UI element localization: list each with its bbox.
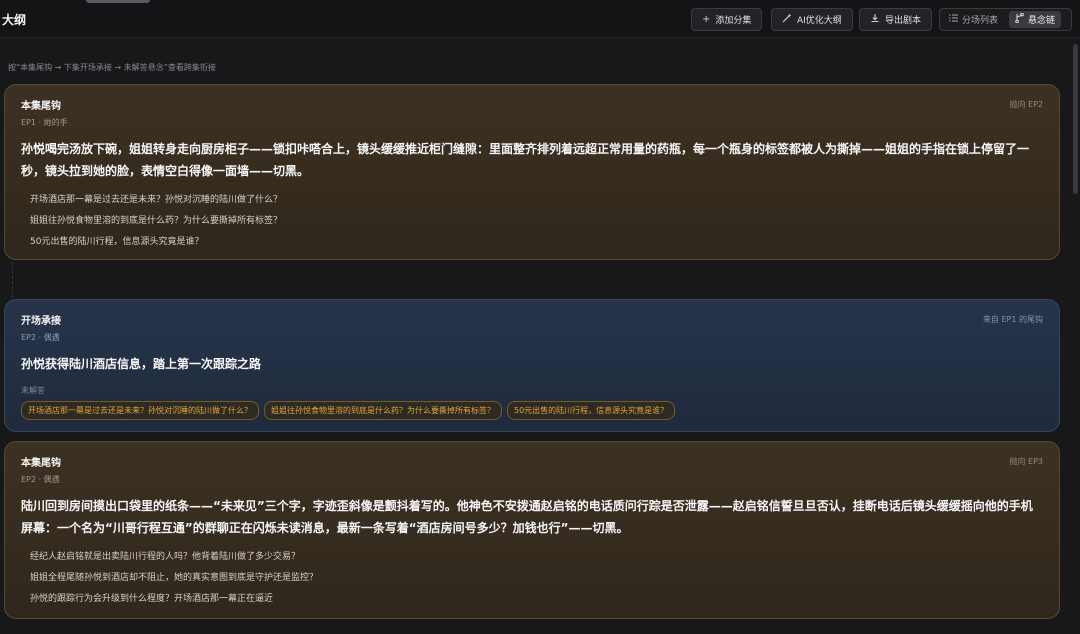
unanswered-chips: 开场酒店那一幕是过去还是未来？孙悦对沉睡的陆川做了什么？ 姐姐往孙悦食物里溶的到… (21, 401, 1043, 420)
ending-hook-card[interactable]: 本集尾钩 EP1 · 她的手 抛向 EP2 孙悦喝完汤放下碗，姐姐转身走向厨房柜… (4, 84, 1060, 260)
question-list: 开场酒店那一幕是过去还是未来？孙悦对沉睡的陆川做了什么？ 姐姐往孙悦食物里溶的到… (21, 190, 1043, 253)
ai-optimize-outline-button[interactable]: AI优化大纲 (771, 8, 853, 31)
magic-wand-icon (782, 13, 792, 26)
hook-description: 陆川回到房间摸出口袋里的纸条——“未来见”三个字，字迹歪斜像是颤抖着写的。他神色… (21, 499, 1033, 535)
card-type-label: 本集尾钩 (21, 101, 61, 112)
hook-target-tag: 抛向 EP2 (1009, 100, 1043, 109)
branch-icon (1015, 12, 1024, 26)
window-drag-handle[interactable] (86, 0, 150, 3)
page-title: 大纲 (2, 13, 27, 27)
hint-text: 按“本集尾钩 → 下集开场承接 → 未解答悬念”查看跨集衔接 (8, 63, 216, 72)
add-episode-label: 添加分集 (715, 16, 752, 26)
episode-subtitle: EP2 · 偶遇 (21, 475, 60, 484)
export-script-label: 导出剧本 (885, 16, 922, 26)
scene-list-tab[interactable]: 分场列表 (940, 9, 1007, 30)
unanswered-chip[interactable]: 开场酒店那一幕是过去还是未来？孙悦对沉睡的陆川做了什么？ (21, 401, 259, 420)
question-item: 姐姐全程尾随孙悦到酒店却不阻止，她的真实意图到底是守护还是监控？ (30, 573, 319, 583)
suspense-chain-tab[interactable]: 悬念链 (1009, 11, 1062, 28)
scene-list-label: 分场列表 (962, 16, 999, 26)
top-bar: 大纲 + 添加分集 AI优化大纲 导出剧本 分场列表 悬念链 (0, 0, 1080, 38)
card-type-label: 本集尾钩 (21, 458, 61, 469)
unanswered-chip[interactable]: 姐姐往孙悦食物里溶的到底是什么药？为什么要撕掉所有标签？ (264, 401, 502, 420)
toolbar: 导出剧本 (859, 8, 933, 31)
opening-card[interactable]: 开场承接 EP2 · 偶遇 来自 EP1 的尾钩 孙悦获得陆川酒店信息，踏上第一… (4, 299, 1060, 432)
episode-subtitle: EP1 · 她的手 (21, 118, 68, 127)
card-type-label: 开场承接 (21, 316, 61, 327)
question-item: 孙悦的跟踪行为会升级到什么程度？开场酒店那一幕正在逼近 (30, 594, 274, 604)
opening-description: 孙悦获得陆川酒店信息，踏上第一次跟踪之路 (21, 357, 262, 371)
suspense-chain-label: 悬念链 (1028, 16, 1056, 26)
episode-subtitle: EP2 · 偶遇 (21, 333, 60, 342)
question-item: 经纪人赵启铭就是出卖陆川行程的人吗？他背着陆川做了多少交易？ (30, 552, 301, 562)
toolbar: AI优化大纲 (771, 8, 853, 31)
ending-hook-card[interactable]: 本集尾钩 EP2 · 偶遇 抛向 EP3 陆川回到房间摸出口袋里的纸条——“未来… (4, 441, 1060, 619)
ai-optimize-label: AI优化大纲 (797, 16, 842, 26)
question-list: 经纪人赵启铭就是出卖陆川行程的人吗？他背着陆川做了多少交易？ 姐姐全程尾随孙悦到… (21, 547, 1043, 610)
question-item: 姐姐往孙悦食物里溶的到底是什么药？为什么要撕掉所有标签？ (30, 216, 283, 226)
hook-source-tag: 来自 EP1 的尾钩 (982, 315, 1043, 324)
question-item: 50元出售的陆川行程，信息源头究竟是谁？ (30, 237, 204, 247)
toolbar: + 添加分集 (691, 8, 763, 31)
unanswered-label: 未解答 (21, 386, 45, 395)
list-icon (949, 14, 958, 25)
question-item: 开场酒店那一幕是过去还是未来？孙悦对沉睡的陆川做了什么？ (30, 195, 283, 205)
hook-description: 孙悦喝完汤放下碗，姐姐转身走向厨房柜子——锁扣咔嗒合上，镜头缓缓推近柜门缝隙：里… (21, 142, 1030, 178)
unanswered-chip[interactable]: 50元出售的陆川行程，信息源头究竟是谁？ (507, 401, 676, 420)
plus-icon: + (702, 14, 711, 25)
add-episode-button[interactable]: + 添加分集 (691, 8, 763, 31)
hook-target-tag: 抛向 EP3 (1009, 457, 1043, 466)
scrollbar-thumb[interactable] (1073, 44, 1078, 194)
export-script-button[interactable]: 导出剧本 (859, 8, 933, 31)
chain-connector (12, 262, 13, 298)
download-icon (870, 13, 880, 26)
view-toggle: 分场列表 悬念链 (939, 8, 1072, 31)
